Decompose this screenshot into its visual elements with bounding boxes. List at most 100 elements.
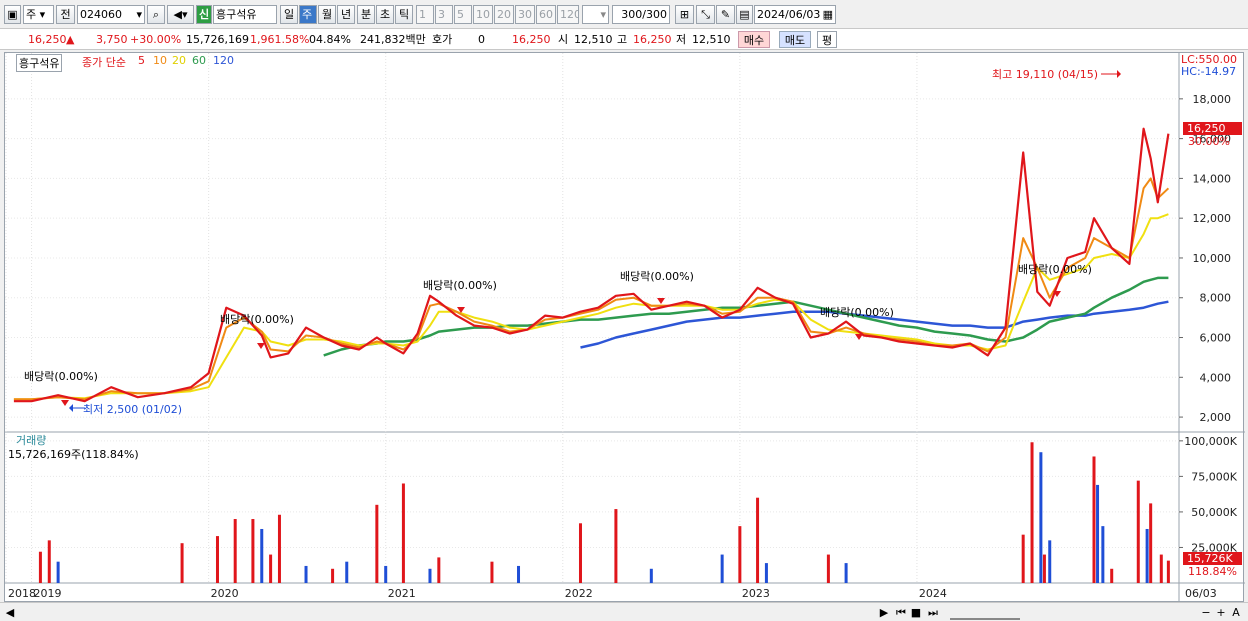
- bottom-bar: ◀ ▶ ⏮ ■ ⏭ − + A: [0, 602, 1248, 621]
- interval-custom-select[interactable]: ▾: [582, 5, 609, 24]
- open-label: 시: [558, 33, 569, 46]
- candle-icon[interactable]: ⊞: [675, 5, 694, 24]
- price-tick-label: 4,000: [1200, 371, 1232, 384]
- dividend-annotation: 배당락(0.00%): [620, 270, 694, 283]
- volume-bar: [47, 540, 51, 583]
- price-tag: 16,250: [1183, 122, 1242, 135]
- legend-ma20: 20: [172, 54, 186, 67]
- play-icon[interactable]: ▶: [878, 605, 890, 620]
- interval-3[interactable]: 3: [435, 5, 453, 24]
- volume-bar: [56, 561, 60, 583]
- volume-bar: [614, 509, 618, 583]
- dividend-annotation: 배당락(0.00%): [423, 279, 497, 292]
- volume-bar: [233, 519, 237, 583]
- interval-30[interactable]: 30: [515, 5, 535, 24]
- period-month[interactable]: 월: [318, 5, 336, 24]
- volume-bar: [260, 528, 264, 583]
- interval-20[interactable]: 20: [494, 5, 514, 24]
- high-label: 고: [617, 33, 628, 46]
- period-minute[interactable]: 분: [357, 5, 375, 24]
- volume-tag: 15,726K: [1183, 552, 1242, 565]
- speaker-icon[interactable]: ◀▾: [167, 5, 194, 24]
- buy-button[interactable]: 매수: [738, 31, 770, 48]
- ma-line-10: [13, 177, 1170, 401]
- interval-5[interactable]: 5: [454, 5, 472, 24]
- ma-line-20: [13, 213, 1169, 401]
- trade-amount: 241,832백만: [360, 33, 426, 46]
- volume-bar: [1021, 534, 1025, 583]
- legend-ma-label: 종가 단순: [82, 56, 126, 69]
- interval-120[interactable]: 120: [557, 5, 579, 24]
- chart-area[interactable]: 2,000 4,000 6,000 8,000 10,000 12,000 14,000 16…: [4, 52, 1245, 603]
- volume-bar: [1092, 456, 1096, 583]
- zoom-out-icon[interactable]: −: [1200, 605, 1212, 620]
- legend-ma60: 60: [192, 54, 206, 67]
- legend-hc: HC:-14.97: [1181, 65, 1237, 78]
- price-tick-label: 12,000: [1193, 212, 1232, 225]
- zoom-in-icon[interactable]: +: [1215, 605, 1227, 620]
- volume-bar: [437, 557, 441, 583]
- low-price: 12,510: [692, 33, 731, 46]
- eval-button[interactable]: 평: [817, 31, 837, 48]
- volume-bar: [428, 568, 432, 583]
- dividend-annotation: 배당락(0.00%): [220, 313, 294, 326]
- date-input[interactable]: 2024/06/03 ▦: [754, 5, 836, 24]
- count-input[interactable]: 300/300: [612, 5, 670, 24]
- scroll-left-icon[interactable]: ◀: [4, 605, 16, 620]
- draw-icon[interactable]: ⤡: [696, 5, 715, 24]
- x-tick-label: 2023: [742, 587, 770, 600]
- period-year[interactable]: 년: [337, 5, 355, 24]
- volume-bar: [1096, 484, 1100, 583]
- volume-tag-pct: 118.84%: [1188, 565, 1237, 578]
- calendar-icon[interactable]: ▦: [823, 6, 833, 23]
- period-week[interactable]: 주: [299, 5, 317, 24]
- hoga-price: 16,250: [512, 33, 551, 46]
- volume-bar: [720, 554, 724, 583]
- volume-bar: [1149, 503, 1153, 583]
- open-price: 12,510: [574, 33, 613, 46]
- volume-tick-label: 50,000K: [1191, 506, 1237, 519]
- sell-button[interactable]: 매도: [779, 31, 811, 48]
- dividend-annotation: 배당락(0.00%): [820, 306, 894, 319]
- volume-bar: [1039, 452, 1043, 583]
- interval-10[interactable]: 10: [473, 5, 493, 24]
- stock-chart[interactable]: 2,000 4,000 6,000 8,000 10,000 12,000 14,000 16…: [5, 53, 1245, 603]
- low-annotation: 최저 2,500 (01/02): [83, 403, 183, 416]
- price-tick-label: 8,000: [1200, 292, 1232, 305]
- ma-line-5: [13, 127, 1170, 403]
- price-change: 3,750: [96, 33, 128, 46]
- legend-ma5: 5: [138, 54, 145, 67]
- volume-tick-label: 75,000K: [1191, 470, 1237, 483]
- forward-icon[interactable]: ⏭: [926, 605, 940, 620]
- rewind-icon[interactable]: ⏮: [894, 605, 908, 620]
- scroll-slider[interactable]: [950, 605, 1020, 620]
- x-tick-label: 2018: [8, 587, 36, 600]
- dividend-annotation: 배당락(0.00%): [1018, 263, 1092, 276]
- layout-icon[interactable]: ▣: [4, 5, 21, 24]
- period-day[interactable]: 일: [280, 5, 298, 24]
- save-icon[interactable]: ▤: [736, 5, 753, 24]
- price-tick-label: 18,000: [1193, 93, 1232, 106]
- market-select[interactable]: 주 ▾: [23, 5, 54, 24]
- legend-ma120: 120: [213, 54, 234, 67]
- interval-60[interactable]: 60: [536, 5, 556, 24]
- volume-bar: [490, 561, 494, 583]
- search-icon[interactable]: ⌕: [147, 5, 165, 24]
- dividend-annotation: 배당락(0.00%): [24, 370, 98, 383]
- period-second[interactable]: 초: [376, 5, 394, 24]
- volume-bar: [384, 565, 388, 583]
- volume-bar: [277, 514, 281, 583]
- low-arrow-head: [69, 404, 73, 412]
- volume-value: 15,726,169주(118.84%): [8, 448, 139, 461]
- interval-1[interactable]: 1: [416, 5, 434, 24]
- quote-bar: 16,250 ▲ 3,750 +30.00% 15,726,169 1,961.…: [0, 29, 1248, 50]
- stop-icon[interactable]: ■: [910, 605, 922, 620]
- stock-code-input[interactable]: 024060 ▾: [77, 5, 145, 24]
- prev-button[interactable]: 전: [56, 5, 75, 24]
- current-price: 16,250: [28, 33, 67, 46]
- volume-bar: [401, 483, 405, 583]
- font-icon[interactable]: A: [1230, 605, 1242, 620]
- period-tick[interactable]: 틱: [395, 5, 413, 24]
- edit-icon[interactable]: ✎: [716, 5, 735, 24]
- volume-bar: [304, 565, 308, 583]
